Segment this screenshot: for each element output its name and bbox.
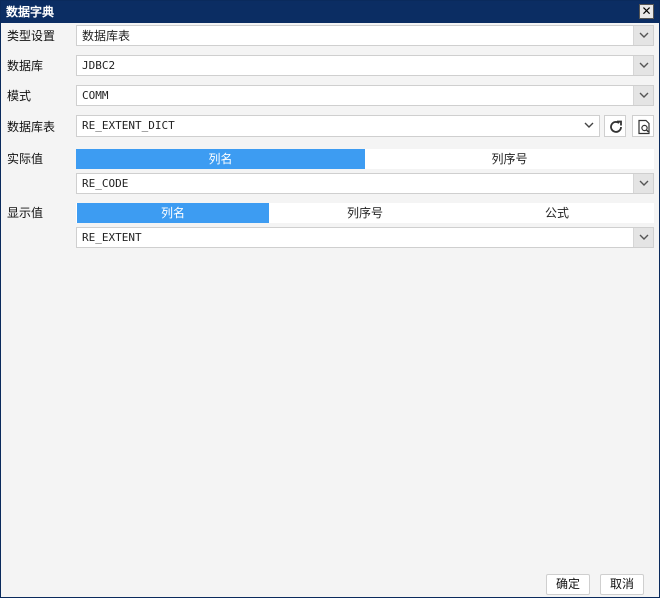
schema-label: 模式 [7,89,32,103]
tab-formula[interactable]: 公式 [461,203,653,223]
chevron-down-icon[interactable] [633,56,653,75]
refresh-icon [610,120,622,133]
chevron-down-icon[interactable] [579,116,599,135]
actual-value-label: 实际值 [7,152,44,166]
type-setting-value: 数据库表 [82,29,131,43]
chevron-down-icon[interactable] [633,26,653,45]
tab-column-index[interactable]: 列序号 [269,203,461,223]
display-value-select[interactable]: RE_EXTENT [76,227,654,248]
ok-button[interactable]: 确定 [546,574,590,595]
chevron-down-icon[interactable] [633,86,653,105]
database-value: JDBC2 [82,59,116,72]
cancel-button[interactable]: 取消 [600,574,644,595]
refresh-button[interactable] [604,115,626,137]
close-icon[interactable]: ✕ [639,4,654,19]
table-value: RE_EXTENT_DICT [82,119,175,132]
database-select[interactable]: JDBC2 [76,55,654,76]
preview-icon [638,119,650,135]
preview-button[interactable] [632,115,654,137]
tab-column-index[interactable]: 列序号 [365,149,654,169]
actual-value-value: RE_CODE [82,177,129,190]
display-value-value: RE_EXTENT [82,231,142,244]
dialog-title: 数据字典 [6,5,55,19]
actual-value-tabs: 列名 列序号 [76,149,654,169]
database-label: 数据库 [7,59,44,73]
tab-column-name[interactable]: 列名 [76,149,365,169]
tab-column-name[interactable]: 列名 [77,203,269,223]
actual-value-select[interactable]: RE_CODE [76,173,654,194]
type-setting-label: 类型设置 [7,29,56,43]
table-label: 数据库表 [7,120,56,134]
type-setting-select[interactable]: 数据库表 [76,25,654,46]
table-select[interactable]: RE_EXTENT_DICT [76,115,600,137]
data-dictionary-dialog: 数据字典 ✕ 类型设置 数据库表 数据库 JDBC2 模式 COMM 数据库表 … [0,0,660,598]
chevron-down-icon[interactable] [633,174,653,193]
title-bar[interactable]: 数据字典 ✕ [1,1,659,23]
display-value-label: 显示值 [7,206,44,220]
display-value-tabs: 列名 列序号 公式 [76,203,654,223]
schema-select[interactable]: COMM [76,85,654,106]
schema-value: COMM [82,89,109,102]
chevron-down-icon[interactable] [633,228,653,247]
